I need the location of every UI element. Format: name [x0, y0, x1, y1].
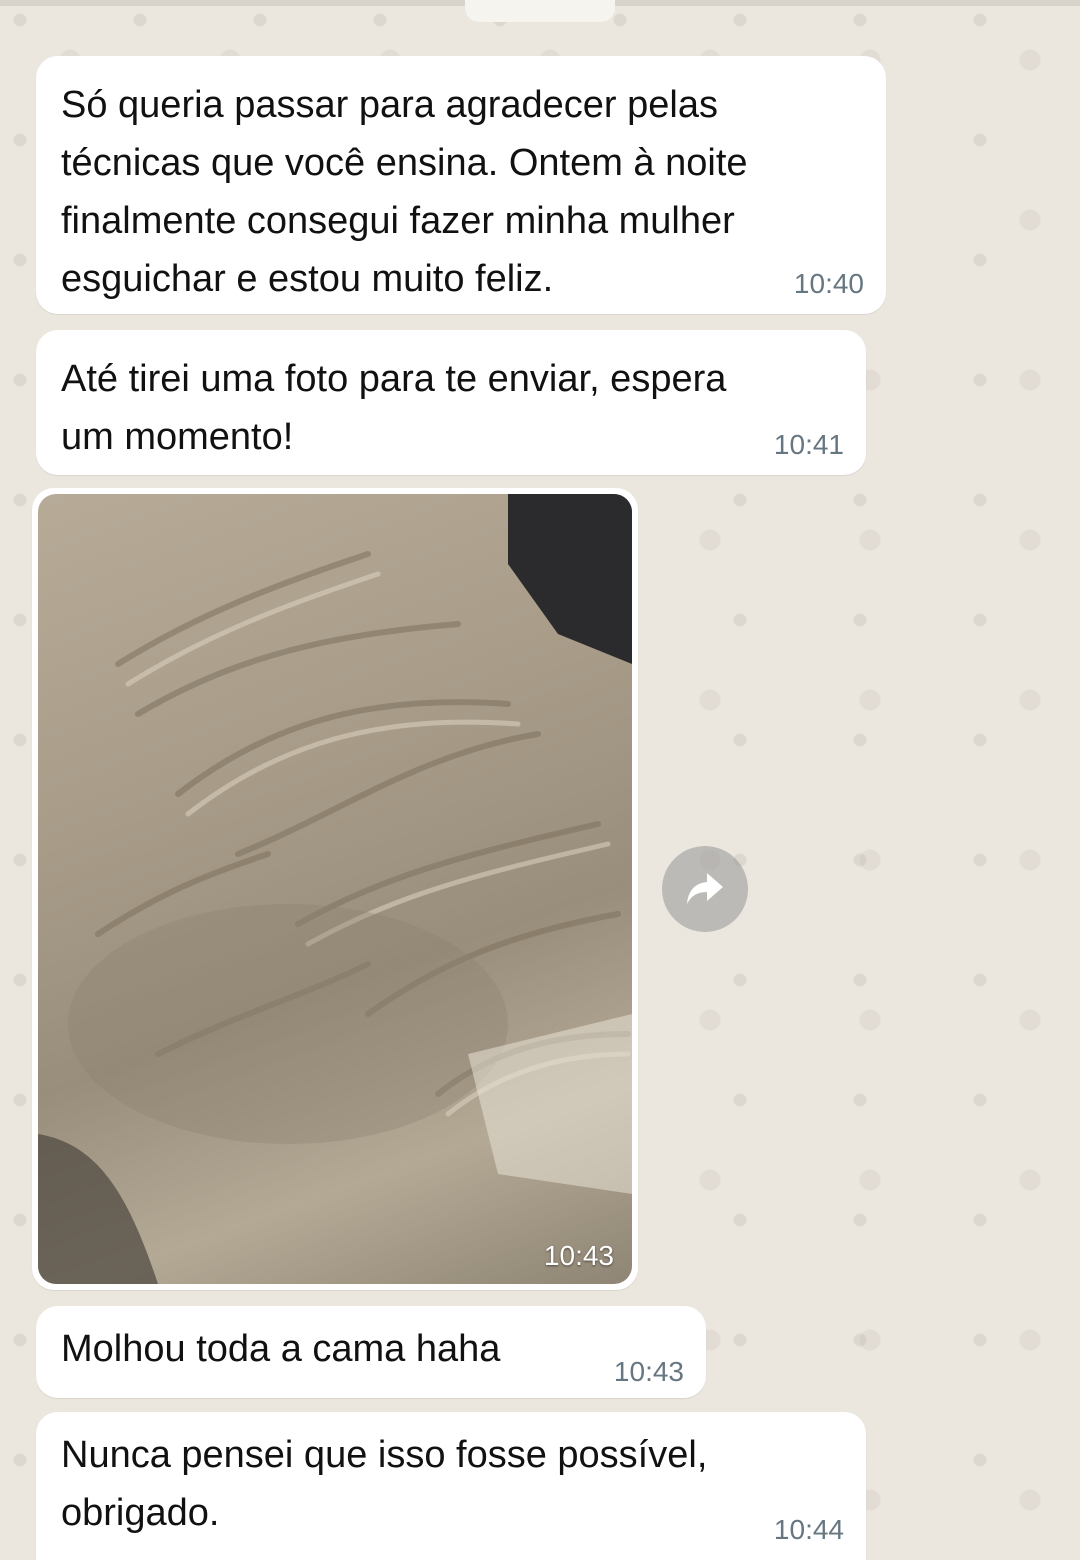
- message-text: Só queria passar para agradecer pelas té…: [61, 84, 748, 300]
- message-text: Molhou toda a cama haha: [61, 1328, 501, 1370]
- message-time: 10:41: [773, 429, 844, 460]
- message-bubble[interactable]: Até tirei uma foto para te enviar, esper…: [36, 330, 866, 475]
- message-time: 10:40: [793, 268, 864, 299]
- image-message-bubble[interactable]: 10:43: [32, 488, 638, 1290]
- message-time: 10:43: [613, 1356, 684, 1387]
- photo-time: 10:43: [543, 1240, 614, 1271]
- message-photo[interactable]: 10:43: [38, 494, 632, 1284]
- message-text: Nunca pensei que isso fosse possível, ob…: [61, 1434, 708, 1534]
- date-pill: [465, 0, 615, 22]
- message-text: Até tirei uma foto para te enviar, esper…: [61, 358, 727, 458]
- message-bubble[interactable]: Molhou toda a cama haha 10:43: [36, 1306, 706, 1398]
- message-bubble[interactable]: Só queria passar para agradecer pelas té…: [36, 56, 886, 314]
- message-time: 10:44: [773, 1514, 844, 1545]
- photo-image: [38, 494, 632, 1284]
- forward-arrow-icon: [687, 873, 723, 904]
- forward-button[interactable]: [662, 846, 748, 932]
- message-bubble[interactable]: Nunca pensei que isso fosse possível, ob…: [36, 1412, 866, 1560]
